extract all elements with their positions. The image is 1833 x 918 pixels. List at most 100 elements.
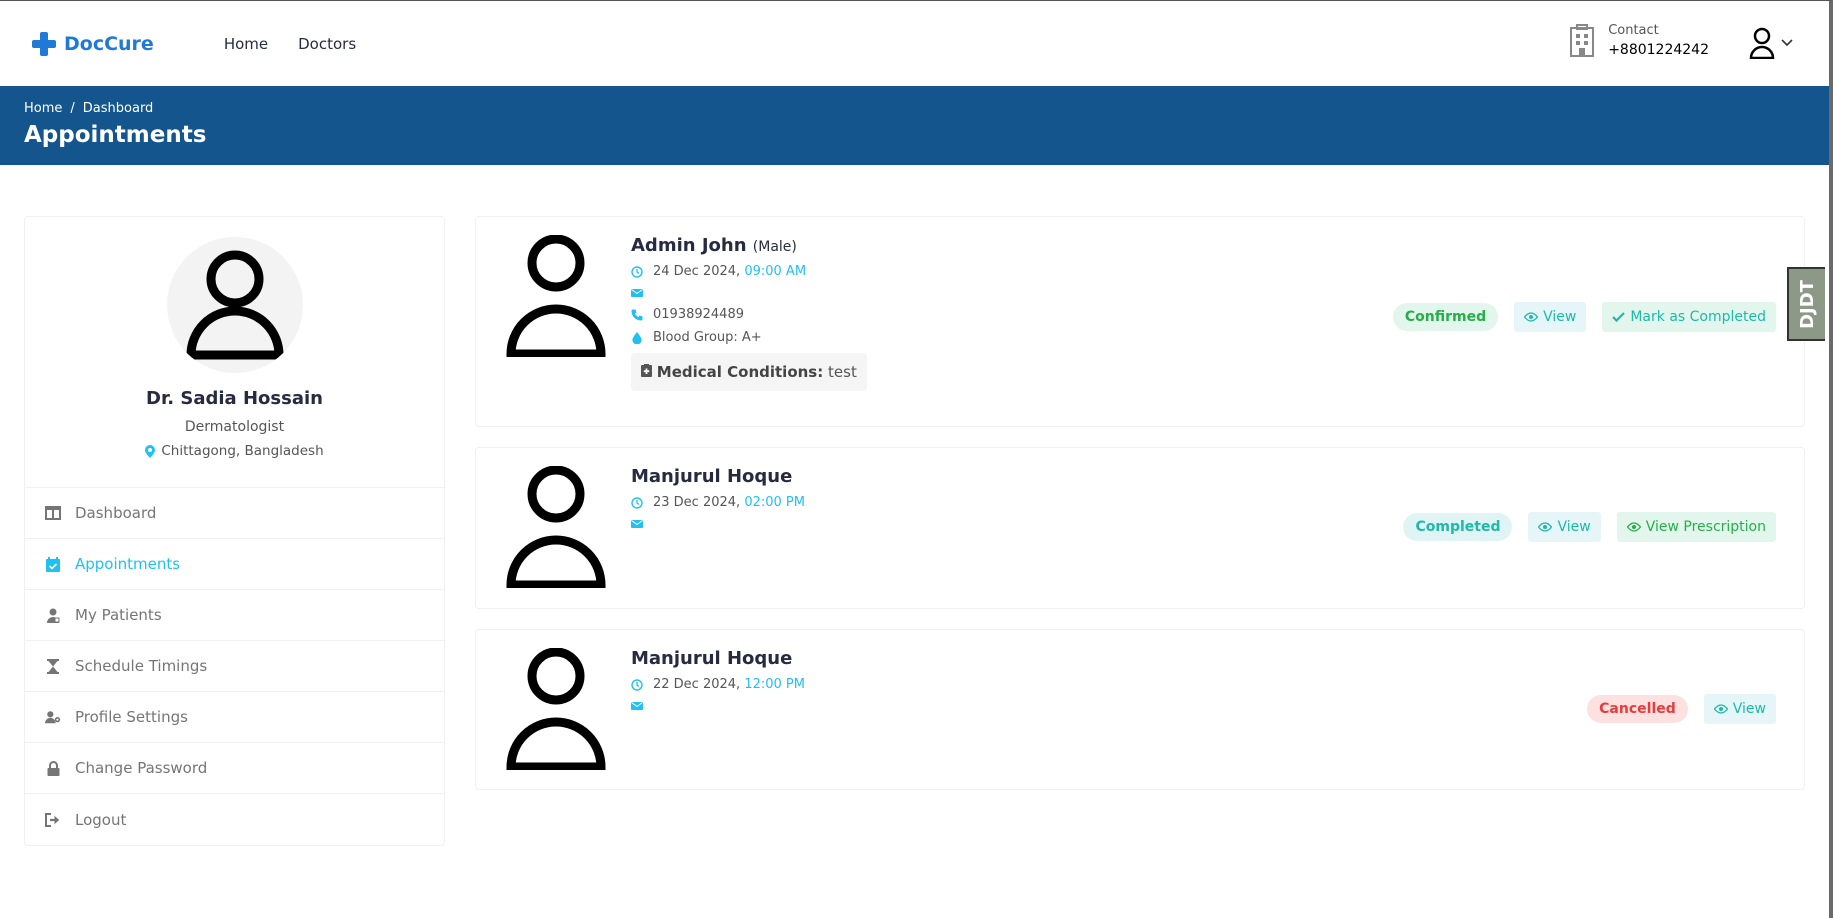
menu-label: Logout — [75, 810, 127, 829]
patient-name-row: Manjurul Hoque — [631, 648, 805, 669]
envelope-icon — [631, 520, 643, 528]
eye-icon — [1713, 704, 1728, 714]
appointment-list: Admin John (Male) 24 Dec 2024, 09:00 AM … — [475, 216, 1805, 846]
columns-icon — [45, 505, 61, 521]
patient-gender: (Male) — [752, 239, 797, 255]
menu-label: Change Password — [75, 759, 208, 777]
phone-number: 01938924489 — [653, 307, 744, 322]
patient-name[interactable]: Admin John — [631, 235, 747, 256]
appointment-date: 23 Dec 2024, — [653, 495, 741, 510]
view-prescription-button[interactable]: View Prescription — [1616, 512, 1776, 542]
appointment-card: Manjurul Hoque 23 Dec 2024, 02:00 PM Com… — [475, 447, 1805, 609]
appointment-datetime: 22 Dec 2024, 12:00 PM — [631, 677, 805, 692]
view-button[interactable]: View — [1528, 512, 1601, 542]
clock-icon — [631, 678, 643, 691]
patient-icon — [45, 607, 61, 623]
patient-avatar[interactable] — [506, 234, 606, 408]
dashboard-menu: Dashboard Appointments My Patients Sched… — [25, 488, 444, 845]
menu-item-logout[interactable]: Logout — [25, 794, 444, 845]
eye-icon — [1626, 522, 1641, 532]
status-badge: Cancelled — [1587, 695, 1688, 723]
appointment-datetime: 24 Dec 2024, 09:00 AM — [631, 264, 867, 279]
tint-icon — [632, 331, 642, 344]
person-icon — [506, 465, 606, 590]
calendar-check-icon — [45, 556, 61, 572]
sign-out-icon — [45, 812, 61, 828]
patient-name[interactable]: Manjurul Hoque — [631, 466, 792, 487]
location-text: Chittagong, Bangladesh — [161, 443, 324, 459]
view-button[interactable]: View — [1514, 302, 1587, 332]
envelope-icon — [631, 702, 643, 710]
person-icon — [185, 250, 284, 360]
person-icon — [506, 647, 606, 772]
view-button[interactable]: View — [1703, 694, 1776, 724]
profile-sidebar: Dr. Sadia Hossain Dermatologist Chittago… — [24, 216, 445, 846]
clock-icon — [631, 265, 643, 278]
phone-icon — [631, 309, 643, 320]
view-label: View — [1732, 701, 1766, 717]
menu-item-appointments[interactable]: Appointments — [25, 539, 444, 590]
patient-info: Admin John (Male) 24 Dec 2024, 09:00 AM … — [631, 235, 867, 408]
brand-name: DocCure — [64, 32, 154, 55]
menu-label: Schedule Timings — [75, 657, 208, 675]
debug-toolbar-handle[interactable]: DJDT — [1787, 267, 1825, 341]
user-dropdown[interactable] — [1749, 27, 1793, 59]
mark-completed-button[interactable]: Mark as Completed — [1602, 302, 1776, 332]
map-marker-icon — [145, 444, 156, 458]
appointment-date: 22 Dec 2024, — [653, 677, 741, 692]
user-cog-icon — [45, 709, 61, 725]
nav-home-link[interactable]: Home — [224, 35, 268, 53]
nav-doctors-link[interactable]: Doctors — [298, 35, 356, 53]
eye-icon — [1538, 522, 1553, 532]
status-badge: Confirmed — [1392, 303, 1499, 331]
brand-logo[interactable]: DocCure — [32, 31, 154, 56]
menu-label: Appointments — [75, 555, 181, 573]
breadcrumb-home[interactable]: Home — [24, 101, 62, 116]
status-badge: Completed — [1403, 513, 1513, 541]
patient-name-row: Manjurul Hoque — [631, 466, 805, 487]
header-contact: Contact +8801224242 — [1568, 23, 1709, 58]
view-label: View — [1543, 309, 1577, 325]
appointment-card: Admin John (Male) 24 Dec 2024, 09:00 AM … — [475, 216, 1805, 427]
hospital-icon — [1570, 23, 1595, 57]
view-prescription-label: View Prescription — [1645, 519, 1766, 535]
patient-name[interactable]: Manjurul Hoque — [631, 648, 792, 669]
patient-avatar[interactable] — [506, 465, 606, 590]
breadcrumb-bar: Home / Dashboard Appointments — [0, 86, 1829, 165]
eye-icon — [1524, 312, 1539, 322]
menu-item-profile-settings[interactable]: Profile Settings — [25, 692, 444, 743]
menu-item-dashboard[interactable]: Dashboard — [25, 488, 444, 539]
appointment-time: 02:00 PM — [744, 495, 805, 510]
contact-label: Contact — [1608, 23, 1659, 38]
patient-info: Manjurul Hoque 22 Dec 2024, 12:00 PM — [631, 648, 805, 771]
medical-conditions-value: test — [828, 363, 857, 381]
appointment-actions: Confirmed View Mark as Completed — [1392, 302, 1776, 332]
appointment-datetime: 23 Dec 2024, 02:00 PM — [631, 495, 805, 510]
menu-label: My Patients — [75, 606, 162, 624]
breadcrumb-separator: / — [70, 101, 75, 116]
top-header: DocCure Home Doctors Contact +8801224242 — [0, 1, 1829, 86]
menu-item-my-patients[interactable]: My Patients — [25, 590, 444, 641]
page: DocCure Home Doctors Contact +8801224242 — [0, 0, 1833, 918]
appointment-email — [631, 700, 805, 712]
contact-number: +8801224242 — [1608, 42, 1709, 58]
patient-name-row: Admin John (Male) — [631, 235, 867, 256]
medical-conditions-label: Medical Conditions: — [656, 363, 824, 381]
chevron-down-icon — [1781, 39, 1793, 47]
menu-item-change-password[interactable]: Change Password — [25, 743, 444, 794]
mark-completed-label: Mark as Completed — [1630, 309, 1766, 325]
view-label: View — [1557, 519, 1591, 535]
lock-icon — [45, 760, 61, 776]
doctor-avatar — [166, 237, 303, 373]
doctor-name: Dr. Sadia Hossain — [146, 388, 323, 409]
debug-toolbar-label: DJDT — [1796, 279, 1818, 329]
menu-item-schedule-timings[interactable]: Schedule Timings — [25, 641, 444, 692]
appointment-phone: 01938924489 — [631, 307, 867, 322]
patient-avatar[interactable] — [506, 647, 606, 772]
appointment-blood-group: Blood Group: A+ — [631, 330, 867, 345]
appointment-card: Manjurul Hoque 22 Dec 2024, 12:00 PM Can… — [475, 629, 1805, 790]
patient-info: Manjurul Hoque 23 Dec 2024, 02:00 PM — [631, 466, 805, 590]
user-icon — [1749, 27, 1775, 59]
appointment-actions: Completed View View Prescription — [1403, 512, 1776, 542]
breadcrumb: Home / Dashboard — [24, 101, 1805, 116]
